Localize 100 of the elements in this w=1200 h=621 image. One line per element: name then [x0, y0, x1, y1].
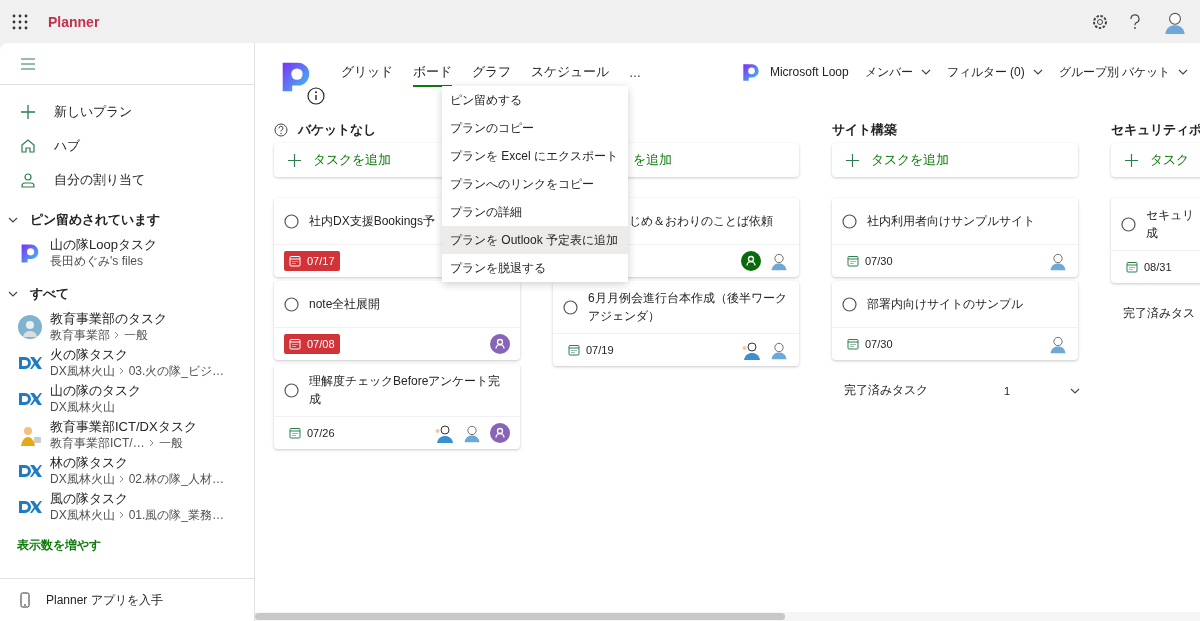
dropdown-button[interactable]: グループ別 バケット: [1058, 63, 1188, 81]
dropdown-button[interactable]: メンバー: [864, 63, 931, 81]
person-icon: [20, 172, 36, 188]
chevron-right-icon: [148, 439, 155, 447]
plus-icon: [1125, 153, 1138, 167]
chevron-down-icon: [1178, 67, 1188, 77]
nav-link[interactable]: ハブ: [54, 137, 80, 155]
waving-person-avatar-icon: [434, 423, 454, 443]
menu-item[interactable]: プランの詳細: [442, 198, 628, 226]
plan-name[interactable]: 教育事業部ICT/DXタスク: [50, 418, 197, 435]
plan-name[interactable]: 山の隊のタスク: [50, 382, 141, 399]
task-card[interactable]: 6月月例会進行台本作成（後半ワーク アジェンダ） 07/19: [553, 281, 799, 366]
help-icon[interactable]: [1128, 13, 1142, 30]
show-more-link[interactable]: 表示数を増やす: [0, 525, 254, 554]
menu-item[interactable]: ピン留めする: [442, 86, 628, 114]
chevron-down-icon: [8, 289, 18, 299]
get-app-link[interactable]: Planner アプリを入手: [46, 591, 163, 609]
app-name: Planner: [48, 13, 100, 30]
completed-tasks-label[interactable]: 完了済みタス: [1123, 305, 1195, 322]
plan-path-text: DX風林火山: [50, 470, 115, 488]
plan-name[interactable]: 風の隊タスク: [50, 490, 225, 507]
view-tab[interactable]: グラフ: [472, 59, 511, 87]
chevron-right-icon: [118, 475, 125, 483]
task-title: 6月月例会進行台本作成（後半ワーク: [588, 290, 787, 307]
plan-path-text: 03.火の隊_ビジ…: [128, 362, 225, 380]
dx-logo-icon: [18, 500, 42, 514]
complete-circle-icon[interactable]: [842, 296, 857, 312]
section-heading: すべて: [30, 285, 69, 303]
chevron-right-icon: [118, 367, 125, 375]
settings-icon[interactable]: [1092, 13, 1108, 30]
task-title: セキュリ: [1146, 207, 1194, 224]
complete-circle-icon[interactable]: [284, 296, 299, 312]
plan-name[interactable]: 火の隊タスク: [50, 346, 225, 363]
complete-circle-icon[interactable]: [284, 382, 299, 398]
task-card[interactable]: note全社展開 07/08: [274, 281, 520, 360]
completed-count: 1: [1004, 384, 1011, 397]
calendar-icon: [289, 255, 301, 267]
plan-name[interactable]: 教育事業部のタスク: [50, 310, 167, 327]
view-tab[interactable]: スケジュール: [531, 59, 609, 87]
portrait-avatar-icon: [1048, 251, 1068, 271]
complete-circle-icon[interactable]: [284, 213, 299, 229]
plus-icon: [846, 153, 859, 167]
plan-path-text: 一般: [124, 326, 148, 344]
task-card[interactable]: 部署内向けサイトのサンプル 07/30: [832, 281, 1078, 360]
plan-path-text: 02.林の隊_人材…: [128, 470, 225, 488]
portrait-avatar-icon: [769, 340, 789, 360]
help-icon: [274, 123, 288, 137]
add-task-button[interactable]: タスク: [1111, 143, 1200, 177]
portrait-avatar-icon: [1048, 334, 1068, 354]
plan-path-text: DX風林火山: [50, 362, 115, 380]
plan-path-text: 長田めぐみ's files: [50, 252, 143, 270]
calendar-icon: [568, 344, 580, 356]
dropdown-button[interactable]: フィルター (0): [946, 63, 1043, 81]
nav-link[interactable]: 新しいプラン: [54, 103, 132, 121]
portrait-avatar-icon: [769, 251, 789, 271]
horizontal-scrollbar[interactable]: [255, 612, 1200, 621]
due-date: 07/30: [842, 251, 898, 271]
waving-person-avatar-icon: [741, 340, 761, 360]
menu-item[interactable]: プランを Outlook 予定表に追加: [442, 226, 628, 254]
nav-link[interactable]: 自分の割り当て: [54, 171, 145, 189]
chevron-down-icon: [8, 215, 18, 225]
task-card[interactable]: 理解度チェックBeforeアンケート完 成 07/26: [274, 364, 520, 449]
loop-link[interactable]: Microsoft Loop: [769, 65, 849, 79]
bucket-title: サイト構築: [832, 121, 897, 139]
plan-path-text: 01.風の隊_業務…: [128, 506, 225, 524]
more-button[interactable]: …: [629, 66, 641, 80]
menu-item[interactable]: プランを Excel にエクスポート: [442, 142, 628, 170]
plan-path-text: 教育事業部ICT/…: [50, 434, 145, 452]
calendar-icon: [847, 255, 859, 267]
task-title: じめ＆おわりのことば依頼: [629, 213, 773, 230]
view-tab[interactable]: グリッド: [341, 59, 393, 87]
completed-tasks-label[interactable]: 完了済みタスク: [844, 382, 928, 399]
task-title: note全社展開: [309, 296, 381, 313]
person-avatar-icon: [490, 423, 510, 443]
menu-item[interactable]: プランへのリンクをコピー: [442, 170, 628, 198]
group-photo-icon: [18, 315, 42, 339]
plus-icon: [288, 153, 301, 167]
app-launcher-icon[interactable]: [12, 13, 28, 30]
info-icon: [307, 87, 325, 105]
add-task-button[interactable]: タスクを追加: [832, 143, 1078, 177]
due-date: 08/31: [1121, 257, 1177, 277]
plan-name[interactable]: 山の隊Loopタスク: [50, 236, 157, 253]
task-card[interactable]: 社内利用者向けサンプルサイト 07/30: [832, 198, 1078, 277]
complete-circle-icon[interactable]: [842, 213, 857, 229]
phone-icon: [20, 592, 30, 608]
task-card[interactable]: セキュリ 成 08/31: [1111, 198, 1200, 283]
home-icon: [20, 138, 36, 154]
person-avatar-icon: [490, 334, 510, 354]
task-title: 部署内向けサイトのサンプル: [867, 296, 1023, 313]
chevron-down-icon: [1032, 67, 1043, 77]
chevron-right-icon: [118, 511, 125, 519]
task-title: 社内利用者向けサンプルサイト: [867, 213, 1035, 230]
menu-item[interactable]: プランを脱退する: [442, 254, 628, 282]
task-title: アジェンダ）: [588, 308, 661, 325]
menu-item[interactable]: プランのコピー: [442, 114, 628, 142]
plan-path-text: 教育事業部: [50, 326, 110, 344]
plan-path-text: 一般: [158, 434, 183, 452]
complete-circle-icon[interactable]: [1121, 216, 1136, 232]
complete-circle-icon[interactable]: [563, 299, 578, 315]
plan-name[interactable]: 林の隊タスク: [50, 454, 225, 471]
